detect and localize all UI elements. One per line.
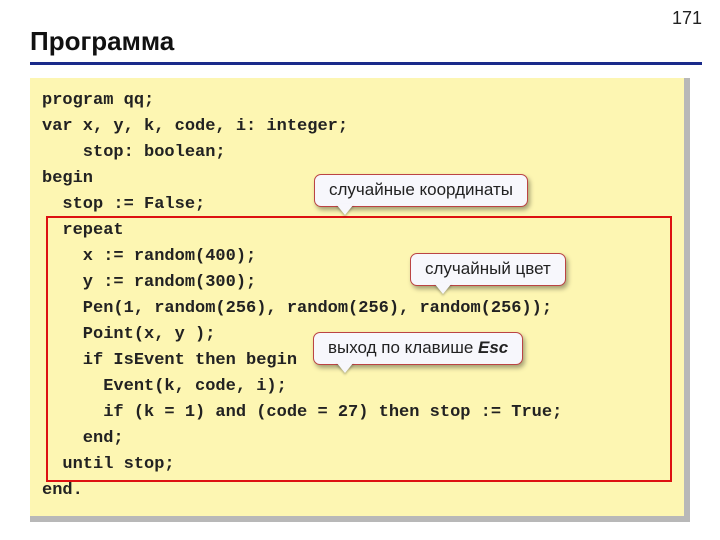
- callout-coords-tail: [336, 204, 354, 215]
- page-number: 171: [672, 8, 702, 29]
- callout-color-tail: [434, 283, 452, 294]
- callout-coords-text: случайные координаты: [329, 180, 513, 199]
- code-shadow: program qq; var x, y, k, code, i: intege…: [30, 78, 690, 522]
- callout-color-text: случайный цвет: [425, 259, 551, 278]
- callout-exit: выход по клавише Esc: [313, 332, 523, 365]
- callout-exit-prefix: выход по клавише: [328, 338, 478, 357]
- title-rule: [30, 62, 702, 65]
- callout-color: случайный цвет: [410, 253, 566, 286]
- callout-exit-tail: [336, 362, 354, 373]
- page-title: Программа: [30, 26, 174, 57]
- callout-coords: случайные координаты: [314, 174, 528, 207]
- callout-exit-key: Esc: [478, 338, 508, 357]
